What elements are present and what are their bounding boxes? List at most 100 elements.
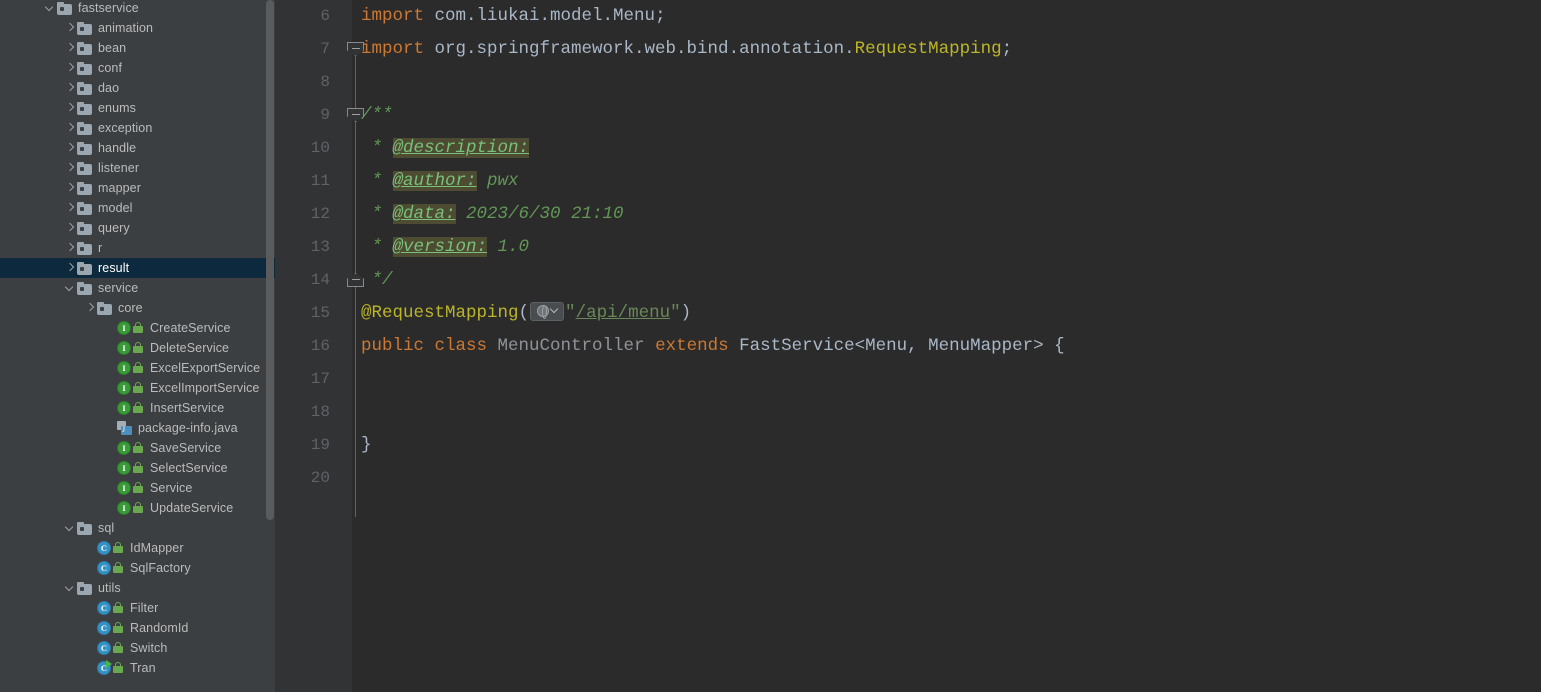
tree-item-conf[interactable]: conf [0,58,275,78]
line-content[interactable]: /** [361,99,393,132]
line-content[interactable]: * @version: 1.0 [361,231,529,264]
tree-item-service[interactable]: service [0,278,275,298]
tree-item-insertservice[interactable]: I InsertService [0,398,275,418]
code-line[interactable]: 11 * @author: pwx [275,165,1541,198]
project-tree[interactable]: fastservice animation bean conf dao enums exce… [0,0,275,678]
tree-item-sql[interactable]: sql [0,518,275,538]
code-line[interactable]: 19} [275,429,1541,462]
line-content[interactable]: } [361,429,372,462]
tree-item-sqlfactory[interactable]: C SqlFactory [0,558,275,578]
tree-item-tran[interactable]: C Tran [0,658,275,678]
tree-item-idmapper[interactable]: C IdMapper [0,538,275,558]
line-content[interactable]: public class MenuController extends Fast… [361,330,1065,363]
tree-item-label: SelectService [150,461,228,475]
code-line[interactable]: 12 * @data: 2023/6/30 21:10 [275,198,1541,231]
line-content[interactable]: */ [361,264,393,297]
tree-item-mapper[interactable]: mapper [0,178,275,198]
tree-item-label: InsertService [150,401,225,415]
token-punct: } [361,435,372,455]
line-content[interactable]: * @author: pwx [361,165,519,198]
code-line[interactable]: 17 [275,363,1541,396]
class-icon: C [97,621,124,635]
tree-item-switch[interactable]: C Switch [0,638,275,658]
line-content[interactable]: import org.springframework.web.bind.anno… [361,33,1012,66]
tree-item-dao[interactable]: dao [0,78,275,98]
editor-pane[interactable]: 6 import com.liukai.model.Menu; 7 import or… [275,0,1541,692]
code-line[interactable]: 10 * @description: [275,132,1541,165]
tree-item-animation[interactable]: animation [0,18,275,38]
chevron-right-icon[interactable] [64,158,77,178]
chevron-down-icon[interactable] [64,518,77,538]
tree-item-package-info-java[interactable]: Jpackage-info.java [0,418,275,438]
tree-item-exception[interactable]: exception [0,118,275,138]
tree-item-excelexportservice[interactable]: I ExcelExportService [0,358,275,378]
tree-item-selectservice[interactable]: I SelectService [0,458,275,478]
chevron-right-icon[interactable] [64,18,77,38]
chevron-down-icon[interactable] [64,278,77,298]
chevron-down-icon[interactable] [64,578,77,598]
tree-item-handle[interactable]: handle [0,138,275,158]
code-line[interactable]: 14 */ [275,264,1541,297]
code-line[interactable]: 18 [275,396,1541,429]
tree-item-saveservice[interactable]: I SaveService [0,438,275,458]
editor-lines[interactable]: 6 import com.liukai.model.Menu; 7 import or… [275,0,1541,495]
chevron-right-icon[interactable] [64,38,77,58]
tree-item-filter[interactable]: C Filter [0,598,275,618]
line-number: 11 [310,172,330,190]
tree-item-createservice[interactable]: I CreateService [0,318,275,338]
tree-item-excelimportservice[interactable]: I ExcelImportService [0,378,275,398]
token-punct: ; [1001,39,1013,59]
line-content[interactable]: * @description: [361,132,530,165]
chevron-right-icon[interactable] [64,198,77,218]
tree-item-updateservice[interactable]: I UpdateService [0,498,275,518]
code-line[interactable]: 7 import org.springframework.web.bind.ann… [275,33,1541,66]
code-line[interactable]: 15 @RequestMapping("/api/menu") [275,297,1541,330]
code-line[interactable]: 8 [275,66,1541,99]
tree-item-query[interactable]: query [0,218,275,238]
line-number: 12 [310,205,330,223]
token-cmt: * [361,138,393,158]
chevron-right-icon[interactable] [64,98,77,118]
chevron-right-icon[interactable] [64,118,77,138]
chevron-right-icon[interactable] [64,178,77,198]
interface-icon: I [117,341,144,355]
chevron-down-icon [549,305,559,314]
code-line[interactable]: 20 [275,462,1541,495]
line-content[interactable]: @RequestMapping("/api/menu") [361,297,691,330]
tree-item-enums[interactable]: enums [0,98,275,118]
tree-item-r[interactable]: r [0,238,275,258]
code-line[interactable]: 16 public class MenuController extends Fa… [275,330,1541,363]
language-injection-badge[interactable] [530,301,565,321]
chevron-right-icon[interactable] [84,298,97,318]
tree-item-deleteservice[interactable]: I DeleteService [0,338,275,358]
tree-item-fastservice[interactable]: fastservice [0,0,275,18]
chevron-down-icon[interactable] [44,0,57,18]
code-line[interactable]: 9 /** [275,99,1541,132]
visibility-lock-icon [133,362,144,374]
chevron-right-icon[interactable] [64,238,77,258]
tree-item-model[interactable]: model [0,198,275,218]
code-line[interactable]: 6 import com.liukai.model.Menu; [275,0,1541,33]
chevron-right-icon[interactable] [64,138,77,158]
tree-item-listener[interactable]: listener [0,158,275,178]
chevron-right-icon[interactable] [64,218,77,238]
tree-item-utils[interactable]: utils [0,578,275,598]
tree-item-randomid[interactable]: C RandomId [0,618,275,638]
code-line[interactable]: 13 * @version: 1.0 [275,231,1541,264]
chevron-right-icon[interactable] [64,58,77,78]
tree-item-result[interactable]: result [0,258,275,278]
project-tree-scrollbar[interactable] [266,0,274,520]
chevron-right-icon[interactable] [64,258,77,278]
visibility-lock-icon [113,542,124,554]
visibility-lock-icon [113,562,124,574]
tree-item-service[interactable]: I Service [0,478,275,498]
chevron-right-icon[interactable] [64,78,77,98]
project-tool-window[interactable]: fastservice animation bean conf dao enums exce… [0,0,275,692]
line-content[interactable]: * @data: 2023/6/30 21:10 [361,198,624,231]
tree-item-core[interactable]: core [0,298,275,318]
tree-item-bean[interactable]: bean [0,38,275,58]
visibility-lock-icon [133,342,144,354]
line-content[interactable]: import com.liukai.model.Menu; [361,0,666,33]
tree-item-label: listener [98,161,140,175]
interface-icon: I [117,321,144,335]
